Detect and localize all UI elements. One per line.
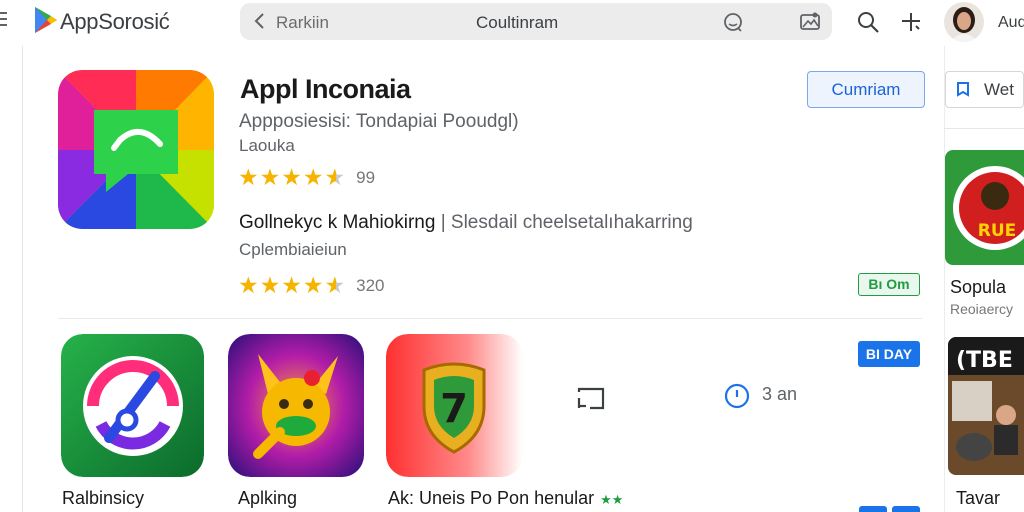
right-card-2-title[interactable]: Tavar Be [956, 488, 1024, 512]
star-icon: ★ [259, 272, 281, 298]
app-label-3[interactable]: Ak: Uneis Po Pon henular ★★ [388, 488, 623, 509]
left-rail-divider [22, 46, 23, 512]
star-icon: ★ [281, 272, 302, 298]
add-icon[interactable] [899, 10, 923, 34]
second-listing-category: Cplembiaieiun [239, 240, 347, 259]
account-name[interactable]: Aud [998, 14, 1024, 32]
second-listing-title[interactable]: Gollnekyc k Mahiokirng | Slesdail cheels… [239, 212, 693, 234]
app-label-1[interactable]: Ralbinsicy [62, 488, 144, 509]
second-listing-name: Gollnekyc k Mahiokirng [239, 212, 436, 233]
half-star-icon: ★ [324, 164, 346, 190]
back-arrow-icon[interactable] [250, 11, 270, 31]
section-divider [58, 318, 922, 319]
partial-button[interactable] [859, 506, 887, 512]
right-card-1-subtitle: Reoiaercy [950, 301, 1014, 317]
featured-app-category: Laouka [239, 136, 295, 155]
right-card-1-art-text: RUE [978, 221, 1017, 241]
clock-icon[interactable] [724, 383, 750, 409]
right-card-1-title[interactable]: Sopula [950, 277, 1006, 298]
editor-choice-badge: ★★ [600, 492, 624, 507]
pin-icon [957, 81, 969, 97]
second-listing-rating: ★ ★ ★ ★ ★ 320 [238, 274, 385, 297]
star-icon: ★ [259, 164, 281, 190]
brand-name[interactable]: AppSorosić [60, 9, 170, 35]
featured-app-subtitle: Appposiesisi: Tondapiai Pooudgl) [239, 111, 519, 132]
featured-app-title[interactable]: Appl Inconaia [240, 74, 411, 105]
app-icon-2[interactable] [228, 334, 371, 477]
star-icon: ★ [302, 272, 324, 298]
emoji-icon[interactable] [722, 11, 744, 33]
image-icon[interactable] [798, 10, 822, 34]
play-logo-icon[interactable] [34, 6, 58, 34]
star-icon: ★ [302, 164, 324, 190]
wet-button[interactable]: Wet [945, 71, 1024, 108]
right-card-2-art-text: (TBE [956, 348, 1013, 373]
install-button[interactable]: Cumriam [807, 71, 925, 108]
star-icon: ★ [281, 164, 302, 190]
half-star-icon: ★ [324, 272, 346, 298]
wet-button-label: Wet [984, 79, 1014, 99]
menu-icon[interactable] [0, 12, 8, 30]
right-card-2-image[interactable]: (TBE [948, 337, 1024, 475]
app-label-2[interactable]: Aplking [238, 488, 297, 509]
star-icon: ★ [238, 164, 259, 190]
partial-button[interactable] [892, 506, 920, 512]
app-label-3-text: Ak: Uneis Po Pon henular [388, 488, 595, 508]
search-query[interactable]: Rarkiin [276, 13, 329, 33]
star-icon: ★ [238, 272, 259, 298]
app-icon-1[interactable] [61, 334, 204, 477]
top-bar: AppSorosić Rarkiin Coultinram Aud [0, 0, 1024, 46]
clock-text: 3 an [762, 384, 798, 404]
search-center-text: Coultinram [476, 13, 559, 32]
right-divider [944, 128, 1024, 129]
right-card-1-image[interactable]: RUE [945, 150, 1024, 265]
avatar[interactable] [944, 2, 984, 42]
featured-app-icon[interactable] [58, 70, 214, 229]
day-badge[interactable]: BI DAY [858, 341, 920, 367]
rating-count: 320 [356, 275, 385, 295]
second-listing-meta: | Slesdail cheelsetalıhakarring [435, 212, 693, 233]
cast-icon[interactable] [576, 384, 608, 412]
rating-count: 99 [356, 167, 376, 187]
svg-text:7: 7 [440, 386, 468, 432]
search-bar[interactable]: Rarkiin Coultinram [240, 3, 832, 40]
search-icon[interactable] [856, 10, 880, 34]
app-icon-3[interactable]: 7 [386, 334, 523, 477]
featured-app-rating: ★ ★ ★ ★ ★ 99 [238, 166, 375, 189]
status-badge[interactable]: Bı Om [858, 273, 920, 296]
